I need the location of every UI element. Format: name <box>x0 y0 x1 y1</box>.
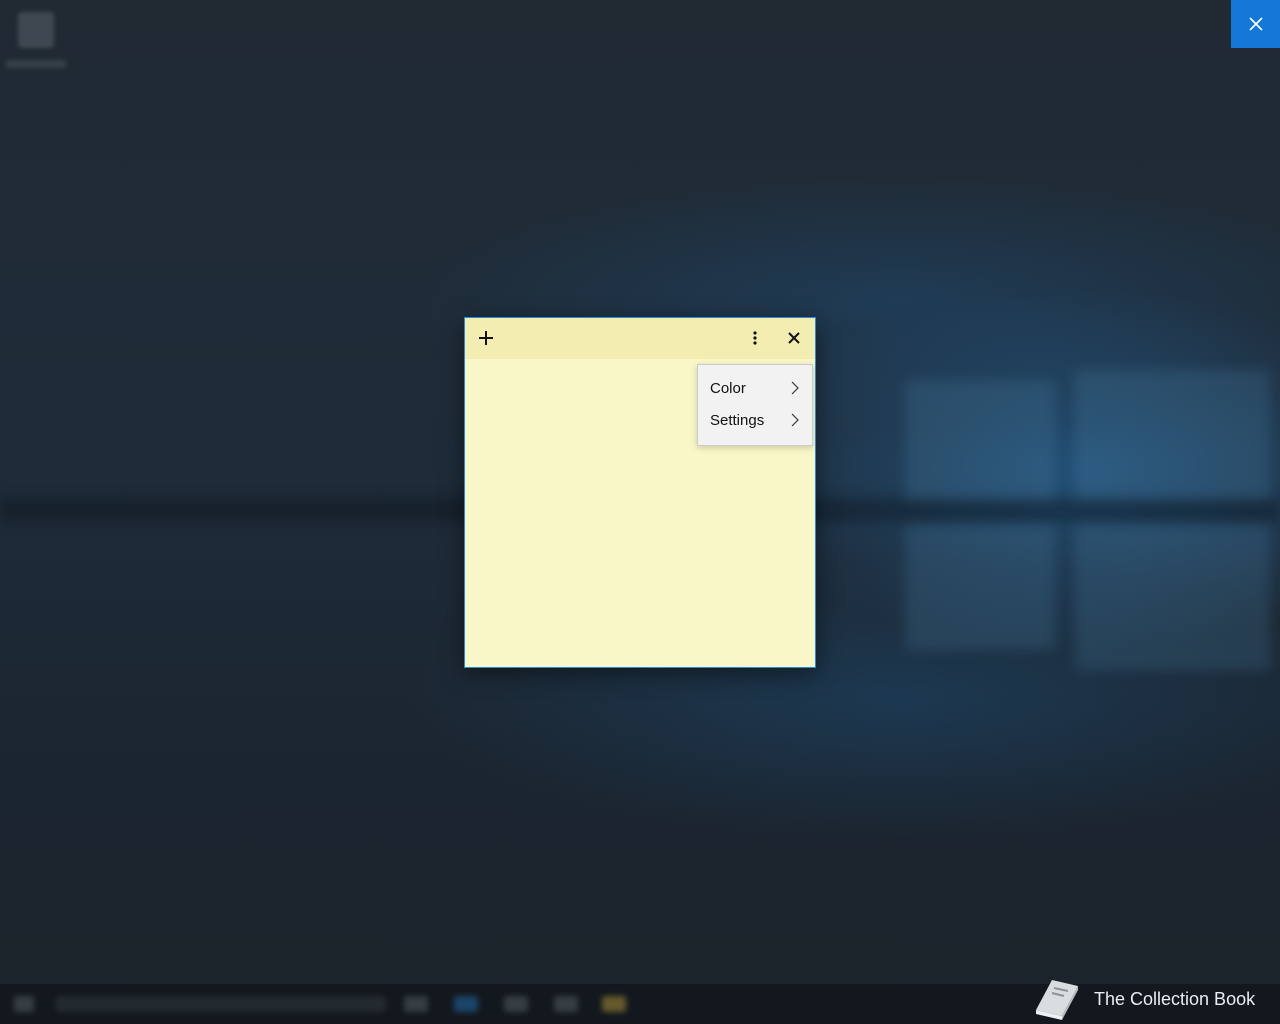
overlay-close-button[interactable] <box>1231 0 1280 48</box>
windows-logo-pane <box>1075 525 1270 670</box>
note-context-menu: Color Settings <box>697 364 813 446</box>
taskbar-app-icon[interactable] <box>554 996 578 1012</box>
chevron-right-icon <box>791 413 799 427</box>
taskbar-app-icon[interactable] <box>454 996 478 1012</box>
windows-logo-pane <box>905 525 1055 650</box>
menu-item-label: Color <box>710 379 746 397</box>
windows-logo-pane <box>1075 370 1270 500</box>
note-header[interactable] <box>465 318 815 359</box>
close-icon <box>788 332 800 344</box>
taskbar-search-box[interactable] <box>56 996 386 1012</box>
desktop-recycle-bin-icon[interactable] <box>18 12 54 48</box>
windows-logo-pane <box>905 380 1055 500</box>
menu-item-label: Settings <box>710 411 765 429</box>
taskbar-app-icon[interactable] <box>504 996 528 1012</box>
watermark-text: The Collection Book <box>1094 988 1256 1009</box>
plus-icon <box>479 331 493 345</box>
note-menu-button[interactable] <box>739 322 771 354</box>
menu-item-color[interactable]: Color <box>698 372 812 404</box>
taskbar-app-icon[interactable] <box>602 996 626 1012</box>
start-button[interactable] <box>14 996 34 1012</box>
task-view-icon[interactable] <box>404 996 428 1012</box>
more-vertical-icon <box>753 331 757 345</box>
close-icon <box>1248 17 1263 31</box>
watermark: The Collection Book <box>1030 976 1255 1022</box>
chevron-right-icon <box>791 381 799 395</box>
menu-item-settings[interactable]: Settings <box>698 404 812 436</box>
book-icon <box>1036 980 1078 1020</box>
close-note-button[interactable] <box>778 322 810 354</box>
desktop-icon-label <box>6 60 66 68</box>
new-note-button[interactable] <box>470 322 502 354</box>
